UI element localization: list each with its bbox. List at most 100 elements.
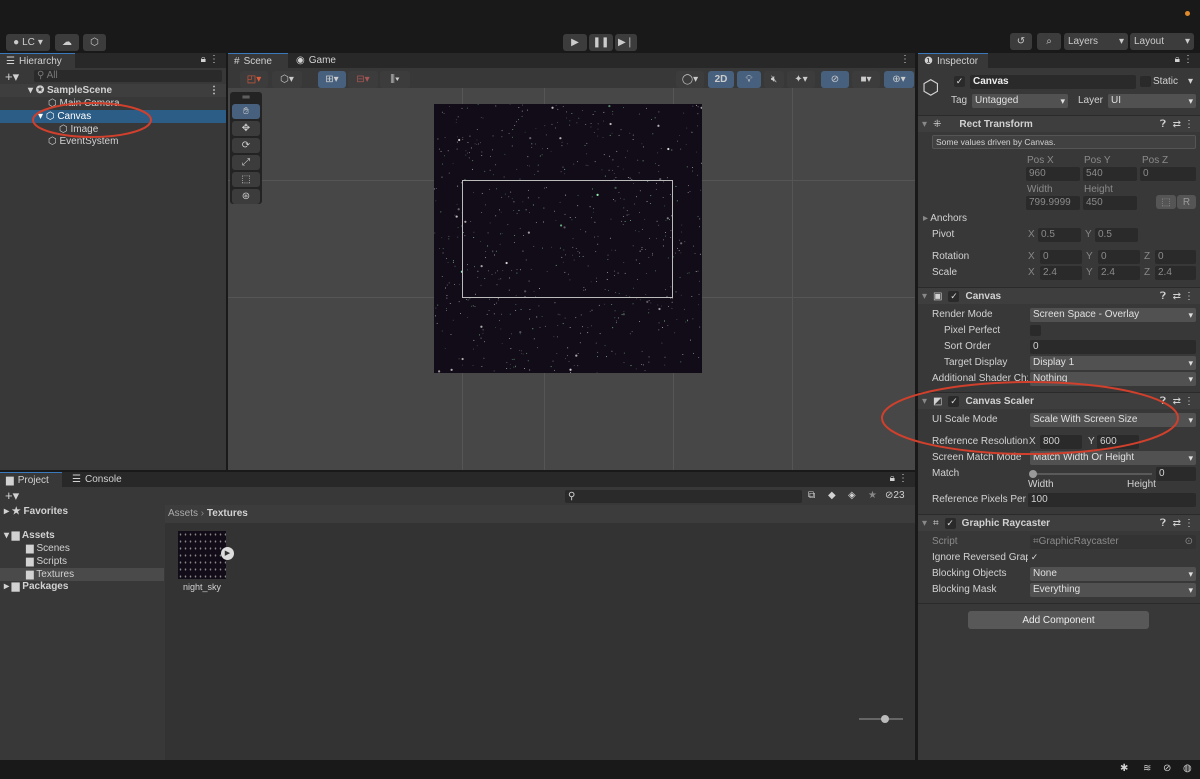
scale-tool[interactable]: ⤢ <box>232 155 260 170</box>
tag-dropdown[interactable]: Untagged <box>972 94 1068 108</box>
raw-edit-button[interactable]: R <box>1177 195 1196 209</box>
lock-icon[interactable]: 🔒︎ <box>1175 54 1180 65</box>
move-tool[interactable]: ✥ <box>232 121 260 136</box>
help-icon[interactable]: ❓︎ <box>1160 396 1166 407</box>
more-icon[interactable]: ⋮ <box>209 54 219 65</box>
ignore-reversed-checkbox[interactable]: ✓ <box>1029 552 1040 563</box>
height-field[interactable]: 450 <box>1083 196 1137 210</box>
tab-scene[interactable]: # Scene <box>228 53 288 68</box>
tab-console[interactable]: ☰ Console <box>66 472 128 487</box>
favorite-icon[interactable]: ★ <box>868 490 877 501</box>
presets-icon[interactable]: ⇄ <box>1173 291 1181 302</box>
pixel-perfect-checkbox[interactable] <box>1030 325 1041 336</box>
rotate-tool[interactable]: ⟳ <box>232 138 260 153</box>
target-display-dropdown[interactable]: Display 1 <box>1030 356 1196 370</box>
create-button[interactable]: +▾ <box>5 488 19 504</box>
more-icon[interactable]: ⋮ <box>209 84 219 97</box>
transform-tool[interactable]: ⊛ <box>232 189 260 204</box>
debug-icon[interactable]: ✱ <box>1120 763 1128 774</box>
align-dropdown[interactable]: ⫼▾ <box>380 71 410 88</box>
raycaster-enabled-checkbox[interactable]: ✓ <box>944 517 956 529</box>
hand-tool[interactable]: ✋︎ <box>232 104 260 119</box>
tab-project[interactable]: ▆ Project <box>0 472 62 487</box>
hierarchy-search[interactable]: ⚲ All <box>34 70 222 82</box>
camera-dropdown[interactable]: ■▾ <box>852 71 880 88</box>
static-checkbox[interactable] <box>1140 76 1151 87</box>
draw-mode-dropdown[interactable]: ⬡▾ <box>272 71 302 88</box>
lighting-toggle[interactable]: 💡︎ <box>737 71 761 88</box>
rotation-z-field[interactable]: 0 <box>1155 250 1196 264</box>
list-item-selected[interactable]: ▾ ⬡ Canvas <box>0 110 226 123</box>
add-component-button[interactable]: Add Component <box>968 611 1149 629</box>
play-preview-icon[interactable]: ▶ <box>221 547 234 560</box>
collab-button[interactable]: ⬡ <box>83 34 106 51</box>
graphic-raycaster-header[interactable]: ▾ ⌗ ✓ Graphic Raycaster ❓︎ ⇄ ⋮ <box>918 514 1200 531</box>
chevron-down-icon[interactable]: ▾ <box>1188 76 1193 87</box>
hidden-packages-toggle[interactable]: ⊘23 <box>885 490 905 501</box>
list-item-scene[interactable]: ▾ ✪ SampleScene ⋮ <box>0 84 226 97</box>
scale-z-field[interactable]: 2.4 <box>1155 266 1196 280</box>
asset-thumbnail[interactable] <box>178 531 226 579</box>
tab-game[interactable]: ◉ Game <box>290 53 340 68</box>
posx-field[interactable]: 960 <box>1026 167 1080 181</box>
help-icon[interactable]: ❓︎ <box>1160 119 1166 130</box>
screen-match-mode-dropdown[interactable]: Match Width Or Height <box>1030 451 1196 465</box>
effects-dropdown[interactable]: ✦▾ <box>787 71 815 88</box>
account-button[interactable]: ● LC ▾ <box>6 34 50 51</box>
layers-dropdown[interactable]: Layers ▾ <box>1064 33 1128 50</box>
tree-folder[interactable]: ▆ Scripts <box>0 555 164 568</box>
anchors-foldout[interactable]: ▸ Anchors <box>923 213 967 224</box>
zoom-slider[interactable] <box>859 715 903 723</box>
posz-field[interactable]: 0 <box>1140 167 1196 181</box>
visibility-toggle[interactable]: ⊘ <box>821 71 849 88</box>
posy-field[interactable]: 540 <box>1083 167 1137 181</box>
2d-toggle[interactable]: 2D <box>708 71 734 88</box>
play-button[interactable]: ▶ <box>563 34 587 51</box>
audio-toggle[interactable]: 🔇︎ <box>764 71 784 88</box>
more-icon[interactable]: ⋮ <box>1184 119 1194 130</box>
list-item[interactable]: ⬡ Main Camera <box>0 97 226 110</box>
auto-generate-lighting-icon[interactable]: ⊘ <box>1163 763 1171 774</box>
snap-dropdown[interactable]: ⊟▾ <box>348 71 378 88</box>
canvas-scaler-header[interactable]: ▾ ◩ ✓ Canvas Scaler ❓︎ ⇄ ⋮ <box>918 392 1200 409</box>
help-icon[interactable]: ❓︎ <box>1160 291 1166 302</box>
more-icon[interactable]: ⋮ <box>898 473 908 484</box>
canvas-enabled-checkbox[interactable]: ✓ <box>948 290 960 302</box>
gizmos-dropdown[interactable]: ⊕▾ <box>884 71 914 88</box>
active-checkbox[interactable]: ✓ <box>954 76 965 87</box>
lock-icon[interactable]: 🔒︎ <box>890 473 895 484</box>
scale-x-field[interactable]: 2.4 <box>1040 266 1082 280</box>
project-search[interactable]: ⚲ <box>565 490 802 503</box>
rect-tool[interactable]: ⬚ <box>232 172 260 187</box>
object-name-field[interactable]: Canvas <box>970 75 1136 89</box>
rect-transform-header[interactable]: ▾ ⁜ Rect Transform ❓︎ ⇄ ⋮ <box>918 115 1200 132</box>
blocking-mask-dropdown[interactable]: Everything <box>1030 583 1196 597</box>
presets-icon[interactable]: ⇄ <box>1173 518 1181 529</box>
layer-dropdown[interactable]: UI <box>1108 94 1196 108</box>
search-button[interactable]: ⌕ <box>1037 33 1061 50</box>
progress-icon[interactable]: ◍ <box>1183 763 1192 774</box>
more-icon[interactable]: ⋮ <box>1184 291 1194 302</box>
filter-label-icon[interactable]: ◈ <box>848 490 856 501</box>
blocking-objects-dropdown[interactable]: None <box>1030 567 1196 581</box>
pivot-x-field[interactable]: 0.5 <box>1038 228 1081 242</box>
lock-icon[interactable]: 🔒︎ <box>201 54 206 65</box>
sort-order-field[interactable]: 0 <box>1030 340 1196 354</box>
shading-dropdown[interactable]: ◯▾ <box>676 71 704 88</box>
match-field[interactable]: 0 <box>1156 467 1196 481</box>
presets-icon[interactable]: ⇄ <box>1173 396 1181 407</box>
pause-button[interactable]: ❚❚ <box>589 34 613 51</box>
rotation-x-field[interactable]: 0 <box>1040 250 1082 264</box>
tree-assets[interactable]: ▾ ▆ Assets <box>0 529 164 542</box>
match-slider[interactable] <box>1029 470 1152 478</box>
step-button[interactable]: ▶❘ <box>615 34 637 51</box>
rotation-y-field[interactable]: 0 <box>1098 250 1140 264</box>
tab-hierarchy[interactable]: ☰ Hierarchy <box>0 53 75 68</box>
grid-snap-dropdown[interactable]: ⊞▾ <box>318 71 346 88</box>
script-field[interactable]: ⌗GraphicRaycaster ⊙ <box>1030 535 1196 549</box>
asset-label[interactable]: night_sky <box>177 582 227 592</box>
scene-viewport[interactable]: ═ ✋︎ ✥ ⟳ ⤢ ⬚ ⊛ <box>228 88 915 470</box>
shader-channels-dropdown[interactable]: Nothing <box>1030 372 1196 386</box>
blueprint-button[interactable]: ⬚ <box>1156 195 1176 209</box>
history-button[interactable]: ↺ <box>1010 33 1032 50</box>
